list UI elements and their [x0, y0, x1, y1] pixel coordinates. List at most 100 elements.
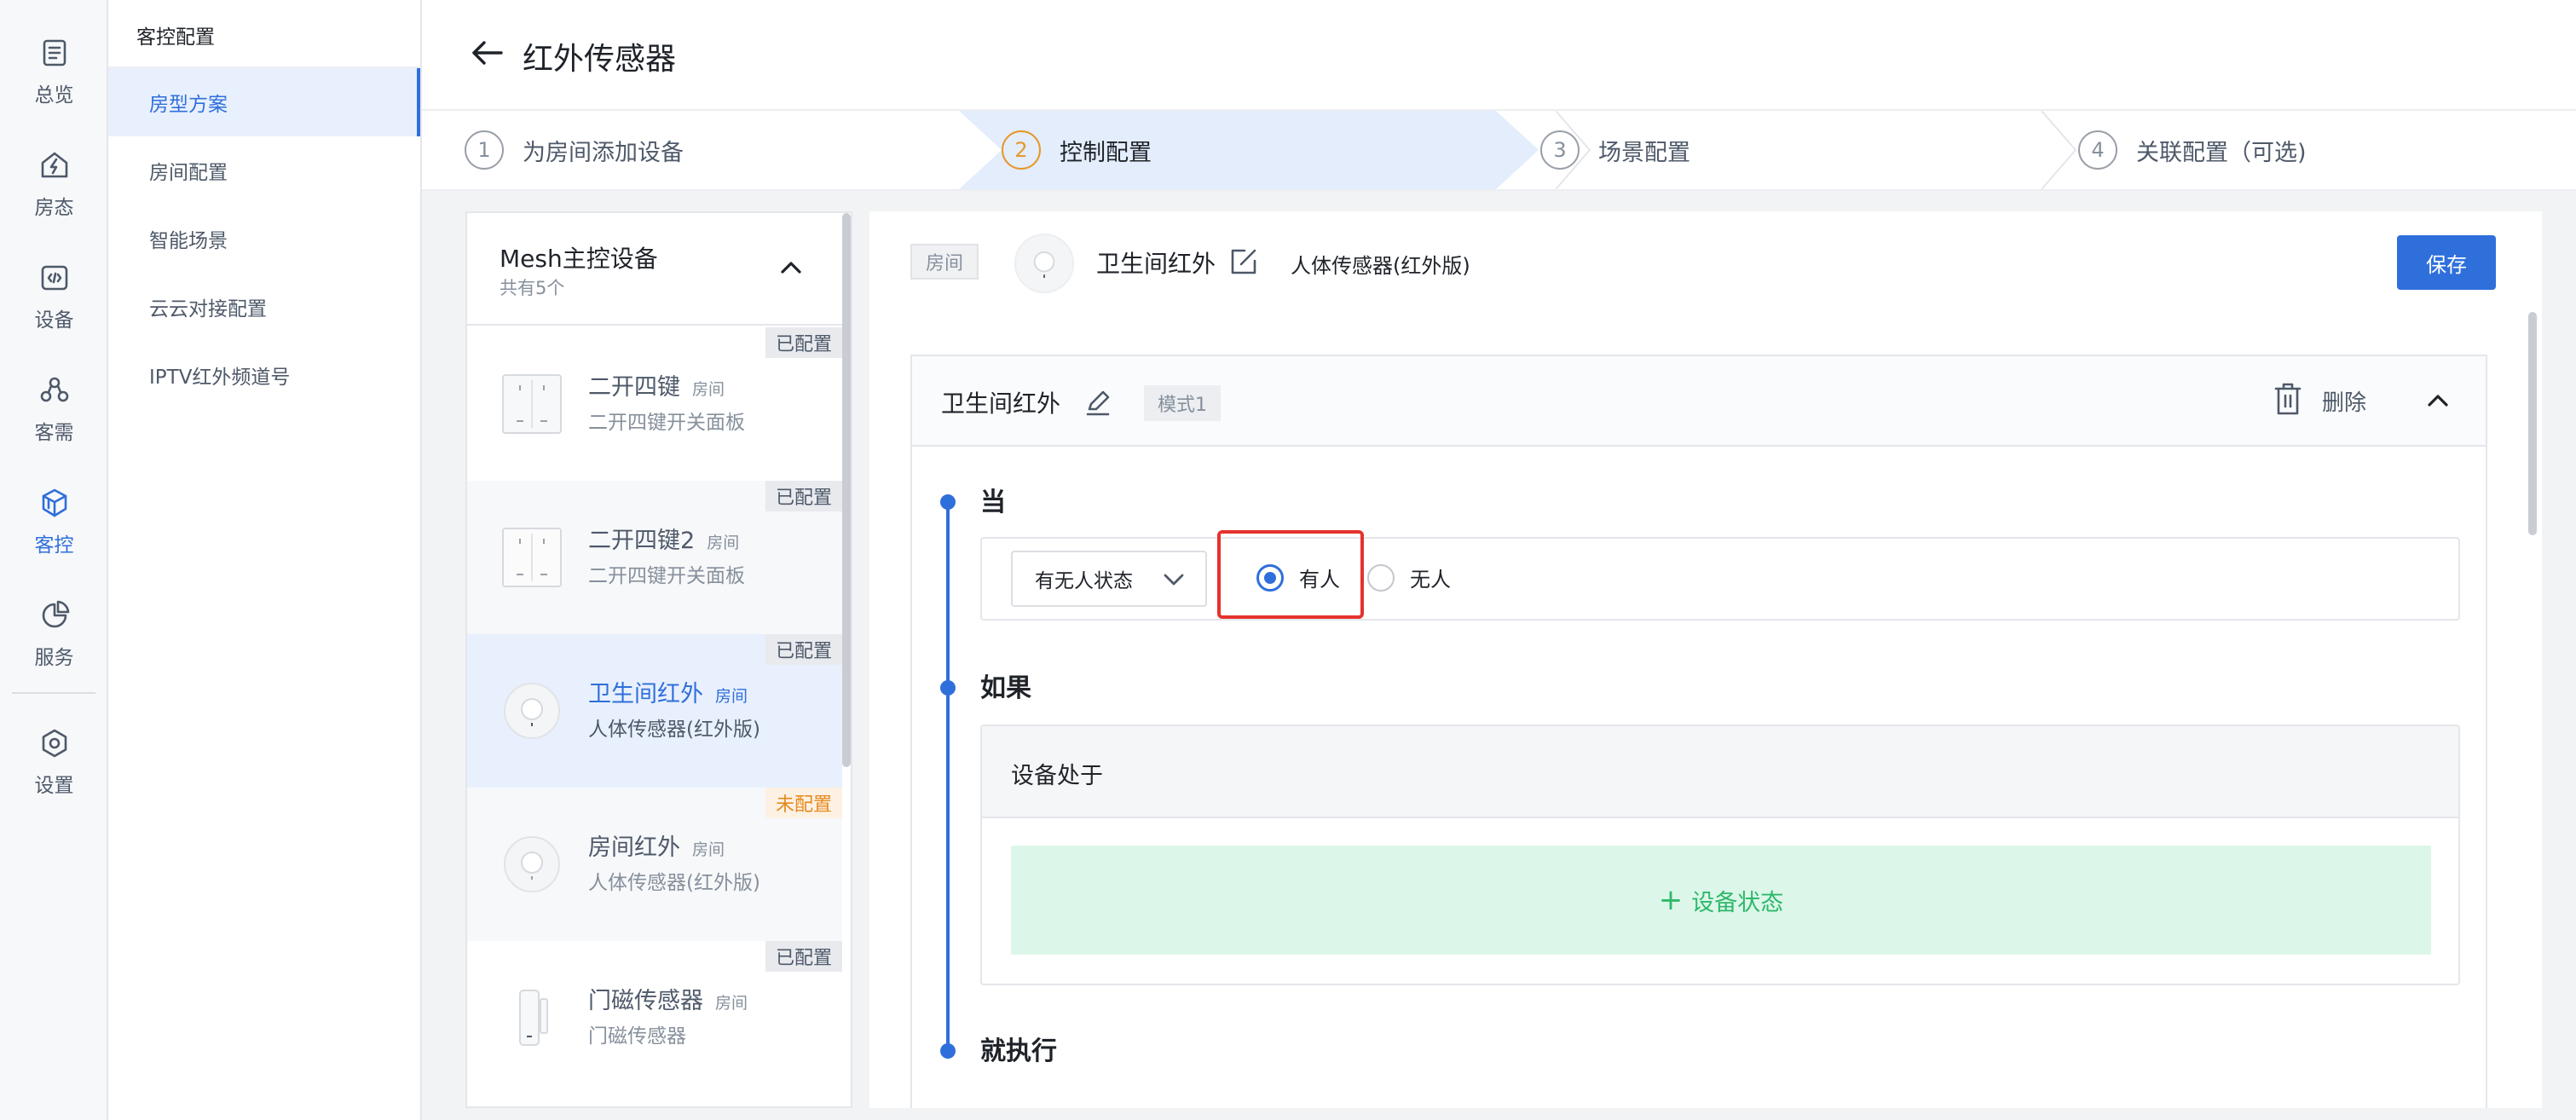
room-tag: 房间 — [910, 244, 979, 280]
mode-card: 卫生间红外 模式1 删除 当 有无人状态 有人 无人 如果 设备处于 + 设备状… — [910, 355, 2487, 1108]
rail-item-guest-needs[interactable]: 客需 — [0, 367, 108, 460]
device-list-scrollbar[interactable] — [842, 213, 851, 767]
device-description: 二开四键开关面板 — [588, 412, 745, 434]
submenu-title: 客控配置 — [136, 26, 215, 49]
app-root: 总览 房态 设备 客需 客控 服务 设置 客控配置 房型方案 房间配置 智能场景… — [0, 0, 2576, 1120]
status-badge: 已配置 — [765, 634, 842, 665]
status-badge: 已配置 — [765, 481, 842, 511]
save-button[interactable]: 保存 — [2397, 235, 2496, 290]
if-condition-box: 设备处于 + 设备状态 — [980, 725, 2460, 985]
submenu-item-room-type-plan[interactable]: 房型方案 — [108, 68, 420, 136]
step-control-config[interactable]: 2 控制配置 — [1002, 111, 1152, 189]
if-label: 如果 — [980, 673, 1031, 703]
rail-item-service[interactable]: 服务 — [0, 592, 108, 685]
edit-device-name-icon[interactable] — [1227, 245, 1260, 278]
timeline-dot — [940, 1043, 956, 1059]
device-room: 房间 — [707, 534, 740, 552]
status-badge: 已配置 — [765, 941, 842, 972]
if-condition-title: 设备处于 — [1011, 763, 1103, 789]
rail-item-device[interactable]: 设备 — [0, 254, 108, 348]
device-description: 人体传感器(红外版) — [588, 872, 760, 894]
back-arrow-icon[interactable] — [469, 34, 506, 72]
device-avatar — [1014, 234, 1074, 293]
device-type: 人体传感器(红外版) — [1291, 254, 1470, 278]
submenu: 客控配置 房型方案 房间配置 智能场景 云云对接配置 IPTV红外频道号 — [108, 0, 422, 1120]
radio-unoccupied[interactable]: 无人 — [1367, 563, 1451, 592]
step-label: 场景配置 — [1598, 139, 1690, 166]
step-add-device[interactable]: 1 为房间添加设备 — [465, 111, 684, 189]
device-description: 门磁传感器 — [588, 1025, 686, 1048]
device-name: 房间红外 房间 — [588, 828, 725, 862]
rail-item-settings[interactable]: 设置 — [0, 719, 108, 813]
device-count: 共有5个 — [500, 278, 565, 298]
rail-label: 设置 — [34, 775, 74, 797]
device-item-two-gang-four-key[interactable]: 已配置 二开四键 房间 二开四键开关面板 — [467, 327, 842, 481]
rail-item-room-status[interactable]: 房态 — [0, 141, 108, 235]
device-room: 房间 — [692, 840, 725, 859]
step-scene-config[interactable]: 3 场景配置 — [1540, 111, 1690, 189]
config-scrollbar[interactable] — [2528, 312, 2537, 535]
guest-control-icon — [42, 488, 66, 517]
rail-label: 服务 — [34, 647, 74, 669]
device-item-two-gang-four-key-2[interactable]: 已配置 二开四键2 房间 二开四键开关面板 — [467, 481, 842, 634]
device-name-text: 房间红外 — [588, 834, 680, 861]
timeline-dot — [940, 680, 956, 696]
device-description: 二开四键开关面板 — [588, 565, 745, 587]
step-number: 1 — [465, 130, 504, 170]
overview-icon — [43, 39, 66, 66]
device-list-panel: Mesh主控设备 共有5个 已配置 二开四键 房间 二开四键开关面板 已配置 二开… — [465, 211, 852, 1108]
rail-label: 客需 — [34, 422, 74, 444]
rail-label: 总览 — [34, 84, 74, 107]
step-label: 关联配置（可选) — [2136, 139, 2307, 166]
step-link-config[interactable]: 4 关联配置（可选) — [2078, 111, 2307, 189]
then-label: 就执行 — [980, 1036, 1057, 1066]
trash-icon[interactable] — [2271, 380, 2305, 418]
rail-label: 房态 — [34, 197, 74, 219]
timeline-line — [946, 501, 950, 1047]
status-badge: 已配置 — [765, 327, 842, 358]
condition-select-value: 有无人状态 — [1035, 570, 1133, 592]
chevron-up-icon[interactable] — [2421, 384, 2455, 418]
chevron-up-icon[interactable] — [774, 251, 808, 285]
rail-item-overview[interactable]: 总览 — [0, 29, 108, 123]
rail-divider — [12, 692, 95, 694]
add-device-status-label: 设备状态 — [1691, 889, 1784, 916]
page-header: 红外传感器 — [422, 0, 2576, 109]
motion-sensor-icon — [1033, 251, 1055, 278]
device-item-bathroom-infrared[interactable]: 已配置 卫生间红外 房间 人体传感器(红外版) — [467, 634, 842, 788]
radio-label: 无人 — [1410, 568, 1451, 592]
device-name: 卫生间红外 房间 — [588, 675, 748, 708]
step-number: 4 — [2078, 130, 2117, 170]
if-condition-header: 设备处于 — [982, 726, 2458, 818]
submenu-item-room-config[interactable]: 房间配置 — [108, 136, 420, 205]
radio-occupied[interactable]: 有人 — [1256, 563, 1340, 592]
submenu-item-smart-scene[interactable]: 智能场景 — [108, 205, 420, 273]
device-icon — [41, 265, 67, 291]
when-condition-box: 有无人状态 有人 无人 — [980, 530, 2460, 621]
mode-tag: 模式1 — [1144, 385, 1221, 421]
rail-item-guest-control[interactable]: 客控 — [0, 479, 108, 573]
step-number: 3 — [1540, 130, 1580, 170]
device-room: 房间 — [715, 994, 748, 1013]
device-item-room-infrared[interactable]: 未配置 房间红外 房间 人体传感器(红外版) — [467, 788, 842, 941]
switch-panel-icon — [502, 528, 562, 587]
status-badge: 未配置 — [765, 788, 842, 818]
condition-select[interactable]: 有无人状态 — [1011, 551, 1207, 607]
plus-icon: + — [1658, 883, 1684, 917]
edit-mode-name-icon[interactable] — [1083, 387, 1113, 418]
add-device-status-button[interactable]: + 设备状态 — [1011, 846, 2431, 955]
device-description: 人体传感器(红外版) — [588, 719, 760, 741]
device-name: 二开四键 房间 — [588, 368, 725, 401]
door-sensor-icon — [519, 990, 548, 1046]
room-status-icon — [41, 152, 67, 178]
service-icon — [42, 600, 69, 628]
step-label: 控制配置 — [1060, 139, 1152, 166]
submenu-item-cloud-integration[interactable]: 云云对接配置 — [108, 273, 420, 341]
radio-circle — [1256, 563, 1284, 592]
radio-label: 有人 — [1299, 568, 1340, 592]
device-item-door-sensor[interactable]: 已配置 门磁传感器 房间 门磁传感器 — [467, 941, 842, 1094]
submenu-item-iptv-channel[interactable]: IPTV红外频道号 — [108, 341, 420, 409]
radio-circle — [1367, 563, 1395, 592]
delete-button[interactable]: 删除 — [2322, 385, 2366, 417]
guest-needs-icon — [40, 377, 68, 402]
